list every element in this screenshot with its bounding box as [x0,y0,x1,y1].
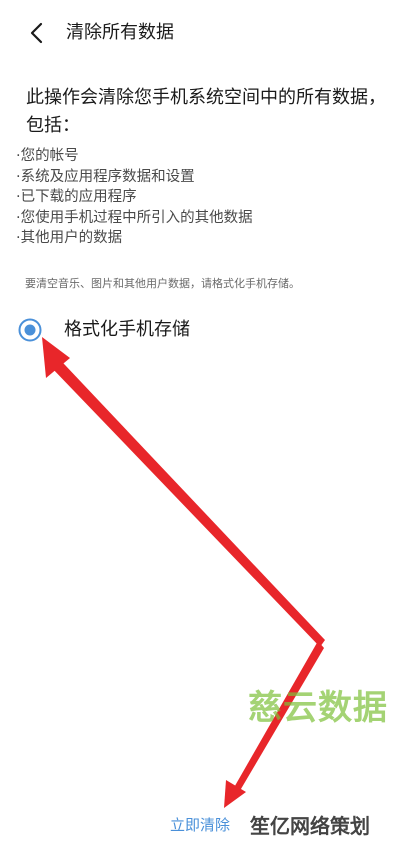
intro-text: 此操作会清除您手机系统空间中的所有数据，包括： [26,87,386,136]
watermark: 慈云数据 [248,688,388,728]
clear-now-button[interactable]: 立即清除 [170,814,230,836]
data-list: ·您的帐号 ·系统及应用程序数据和设置 ·已下载的应用程序 ·您使用手机过程中所… [16,146,396,249]
chevron-left-icon [30,22,43,44]
top-bar: 清除所有数据 [0,0,410,66]
radio-selected-icon[interactable] [18,318,42,342]
back-button[interactable] [26,20,50,46]
list-item: ·您使用手机过程中所引入的其他数据 [16,209,253,226]
format-storage-option[interactable]: 格式化手机存储 [18,314,388,346]
list-item: ·您的帐号 [16,148,79,164]
brand-watermark: 笙亿网络策划 [250,814,370,838]
hint-text: 要清空音乐、图片和其他用户数据，请格式化手机存储。 [25,277,300,290]
list-item: ·其他用户的数据 [16,230,123,246]
list-item: ·系统及应用程序数据和设置 [16,168,195,185]
page-title: 清除所有数据 [66,22,174,43]
format-storage-label: 格式化手机存储 [64,319,190,340]
arrow-to-radio [42,337,325,647]
list-item: ·已下载的应用程序 [16,189,137,205]
